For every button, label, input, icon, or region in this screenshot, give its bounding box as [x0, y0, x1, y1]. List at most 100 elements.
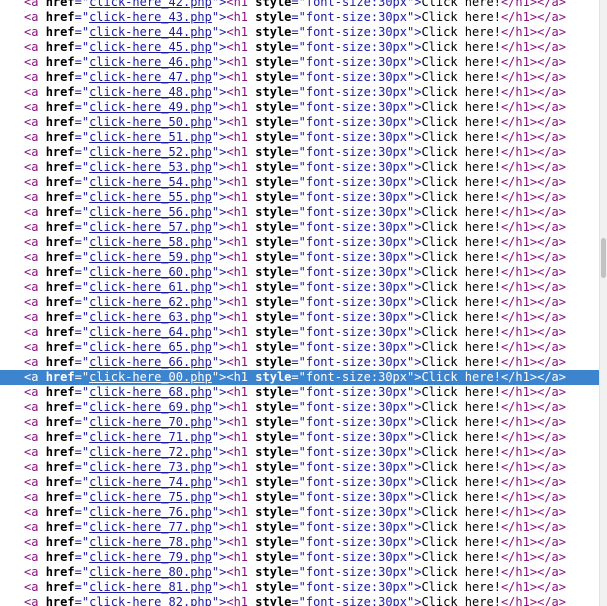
href-link[interactable]: click-here_72.php [89, 445, 212, 459]
href-link[interactable]: click-here_62.php [89, 295, 212, 309]
href-link[interactable]: click-here_70.php [89, 415, 212, 429]
href-link[interactable]: click-here_78.php [89, 535, 212, 549]
href-link[interactable]: click-here_53.php [89, 160, 212, 174]
href-link[interactable]: click-here_82.php [89, 595, 212, 606]
source-line[interactable]: <a href="click-here_51.php"><h1 style="f… [0, 130, 600, 145]
attr-href: href [45, 475, 75, 489]
source-line[interactable]: <a href="click-here_62.php"><h1 style="f… [0, 295, 600, 310]
href-link[interactable]: click-here_77.php [89, 520, 212, 534]
source-line[interactable]: <a href="click-here_82.php"><h1 style="f… [0, 595, 600, 606]
source-line[interactable]: <a href="click-here_44.php"><h1 style="f… [0, 25, 600, 40]
source-line[interactable]: <a href="click-here_60.php"><h1 style="f… [0, 265, 600, 280]
source-line[interactable]: <a href="click-here_46.php"><h1 style="f… [0, 55, 600, 70]
source-line[interactable]: <a href="click-here_65.php"><h1 style="f… [0, 340, 600, 355]
href-link[interactable]: click-here_80.php [89, 565, 212, 579]
source-line[interactable]: <a href="click-here_70.php"><h1 style="f… [0, 415, 600, 430]
href-link[interactable]: click-here_52.php [89, 145, 212, 159]
attr-href: href [45, 265, 75, 279]
source-line[interactable]: <a href="click-here_72.php"><h1 style="f… [0, 445, 600, 460]
attr-style: style [255, 220, 292, 234]
href-link[interactable]: click-here_76.php [89, 505, 212, 519]
source-line[interactable]: <a href="click-here_56.php"><h1 style="f… [0, 205, 600, 220]
source-line[interactable]: <a href="click-here_61.php"><h1 style="f… [0, 280, 600, 295]
source-line[interactable]: <a href="click-here_45.php"><h1 style="f… [0, 40, 600, 55]
tag-bracket: > [558, 190, 566, 204]
href-link[interactable]: click-here_74.php [89, 475, 212, 489]
href-link[interactable]: click-here_44.php [89, 25, 212, 39]
href-link[interactable]: click-here_60.php [89, 265, 212, 279]
href-link[interactable]: click-here_69.php [89, 400, 212, 414]
source-line[interactable]: <a href="click-here_78.php"><h1 style="f… [0, 535, 600, 550]
source-line[interactable]: <a href="click-here_76.php"><h1 style="f… [0, 505, 600, 520]
href-link[interactable]: click-here_68.php [89, 385, 212, 399]
href-link[interactable]: click-here_42.php [89, 0, 212, 9]
href-link[interactable]: click-here_63.php [89, 310, 212, 324]
href-link[interactable]: click-here_59.php [89, 250, 212, 264]
source-line[interactable]: <a href="click-here_79.php"><h1 style="f… [0, 550, 600, 565]
source-line[interactable]: <a href="click-here_80.php"><h1 style="f… [0, 565, 600, 580]
tag-name-h1: h1 [233, 0, 249, 9]
href-link[interactable]: click-here_81.php [89, 580, 212, 594]
source-line[interactable]: <a href="click-here_42.php"><h1 style="f… [0, 0, 600, 10]
source-line[interactable]: <a href="click-here_74.php"><h1 style="f… [0, 475, 600, 490]
tag-close-a: /a [544, 325, 559, 339]
source-line[interactable]: <a href="click-here_50.php"><h1 style="f… [0, 115, 600, 130]
href-link[interactable]: click-here_79.php [89, 550, 212, 564]
source-line[interactable]: <a href="click-here_53.php"><h1 style="f… [0, 160, 600, 175]
href-link[interactable]: click-here_45.php [89, 40, 212, 54]
href-link[interactable]: click-here_64.php [89, 325, 212, 339]
href-link[interactable]: click-here_65.php [89, 340, 212, 354]
href-link[interactable]: click-here_47.php [89, 70, 212, 84]
source-line-selected[interactable]: <a href="click-here_00.php"><h1 style="f… [0, 370, 600, 385]
source-line[interactable]: <a href="click-here_63.php"><h1 style="f… [0, 310, 600, 325]
href-link[interactable]: click-here_54.php [89, 175, 212, 189]
source-line[interactable]: <a href="click-here_64.php"><h1 style="f… [0, 325, 600, 340]
href-link[interactable]: click-here_56.php [89, 205, 212, 219]
source-line[interactable]: <a href="click-here_59.php"><h1 style="f… [0, 250, 600, 265]
href-link[interactable]: click-here_46.php [89, 55, 212, 69]
source-line[interactable]: <a href="click-here_52.php"><h1 style="f… [0, 145, 600, 160]
source-line[interactable]: <a href="click-here_47.php"><h1 style="f… [0, 70, 600, 85]
source-line[interactable]: <a href="click-here_57.php"><h1 style="f… [0, 220, 600, 235]
source-line[interactable]: <a href="click-here_77.php"><h1 style="f… [0, 520, 600, 535]
href-link[interactable]: click-here_73.php [89, 460, 212, 474]
source-line[interactable]: <a href="click-here_73.php"><h1 style="f… [0, 460, 600, 475]
href-link[interactable]: click-here_61.php [89, 280, 212, 294]
href-link[interactable]: click-here_58.php [89, 235, 212, 249]
tag-name-h1: h1 [233, 580, 249, 594]
source-line[interactable]: <a href="click-here_68.php"><h1 style="f… [0, 385, 600, 400]
attr-href: href [45, 340, 75, 354]
tag-close-a: /a [544, 595, 559, 606]
tag-bracket: >< [529, 70, 545, 84]
tag-close-a: /a [544, 580, 559, 594]
source-line[interactable]: <a href="click-here_49.php"><h1 style="f… [0, 100, 600, 115]
href-link[interactable]: click-here_71.php [89, 430, 212, 444]
source-line[interactable]: <a href="click-here_58.php"><h1 style="f… [0, 235, 600, 250]
source-line[interactable]: <a href="click-here_48.php"><h1 style="f… [0, 85, 600, 100]
href-link[interactable]: click-here_75.php [89, 490, 212, 504]
tag-name-h1: h1 [233, 280, 249, 294]
href-link[interactable]: click-here_55.php [89, 190, 212, 204]
href-link[interactable]: click-here_51.php [89, 130, 212, 144]
page-source-view[interactable]: <a href="click-here_42.php"><h1 style="f… [0, 0, 607, 606]
source-line[interactable]: <a href="click-here_66.php"><h1 style="f… [0, 355, 600, 370]
attr-quote: =" [74, 0, 90, 9]
source-line[interactable]: <a href="click-here_81.php"><h1 style="f… [0, 580, 600, 595]
href-link[interactable]: click-here_50.php [89, 115, 212, 129]
source-line[interactable]: <a href="click-here_55.php"><h1 style="f… [0, 190, 600, 205]
href-link[interactable]: click-here_66.php [89, 355, 212, 369]
source-line[interactable]: <a href="click-here_69.php"><h1 style="f… [0, 400, 600, 415]
source-line[interactable]: <a href="click-here_43.php"><h1 style="f… [0, 10, 600, 25]
source-line[interactable]: <a href="click-here_54.php"><h1 style="f… [0, 175, 600, 190]
scrollbar-thumb[interactable] [601, 238, 606, 278]
href-link[interactable]: click-here_57.php [89, 220, 212, 234]
href-link[interactable]: click-here_43.php [89, 10, 212, 24]
href-link[interactable]: click-here_49.php [89, 100, 212, 114]
href-link[interactable]: click-here_00.php [89, 370, 212, 384]
attr-quote-close: "> [407, 220, 422, 234]
source-line[interactable]: <a href="click-here_75.php"><h1 style="f… [0, 490, 600, 505]
source-line[interactable]: <a href="click-here_71.php"><h1 style="f… [0, 430, 600, 445]
vertical-scrollbar[interactable] [599, 0, 607, 606]
tag-bracket: >< [529, 130, 545, 144]
href-link[interactable]: click-here_48.php [89, 85, 212, 99]
